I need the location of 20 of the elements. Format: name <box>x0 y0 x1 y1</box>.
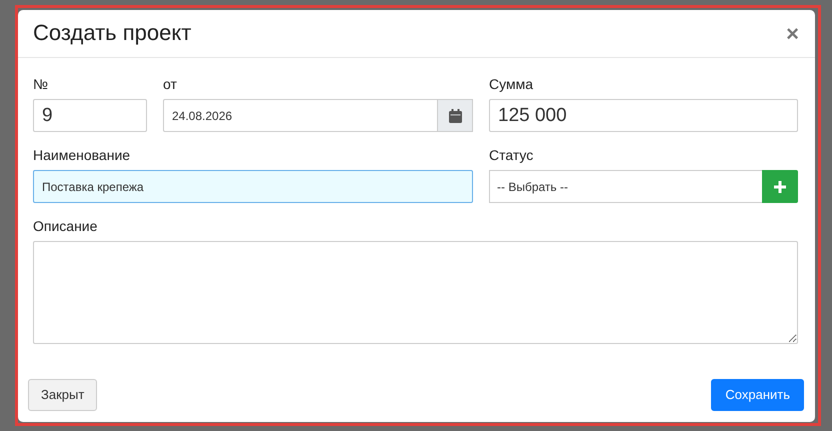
calendar-button[interactable] <box>438 99 473 132</box>
field-label: № <box>33 75 50 93</box>
field-label: Наименование <box>33 146 132 164</box>
add-button[interactable] <box>762 170 798 203</box>
close-button[interactable]: × <box>784 22 801 44</box>
number-field[interactable]: 9 <box>33 99 147 132</box>
description-field[interactable] <box>33 241 798 344</box>
name-field[interactable]: Поставка крепежа <box>33 170 473 203</box>
modal-title: Создать проект <box>33 20 192 47</box>
status-select[interactable]: -- Выбрать -- <box>489 170 762 203</box>
calendar-icon <box>448 108 462 122</box>
date-field[interactable]: 24.08.2026 <box>163 99 438 132</box>
close-dialog-button[interactable]: Закрыт <box>28 379 98 411</box>
field-label: Описание <box>33 217 98 235</box>
save-button[interactable]: Сохранить <box>711 379 804 411</box>
plus-icon <box>774 180 786 192</box>
field-label: от <box>163 75 178 93</box>
field-label: Сумма <box>489 75 534 93</box>
field-label: Статус <box>489 146 534 164</box>
sum-field[interactable]: 125 000 <box>489 99 798 132</box>
